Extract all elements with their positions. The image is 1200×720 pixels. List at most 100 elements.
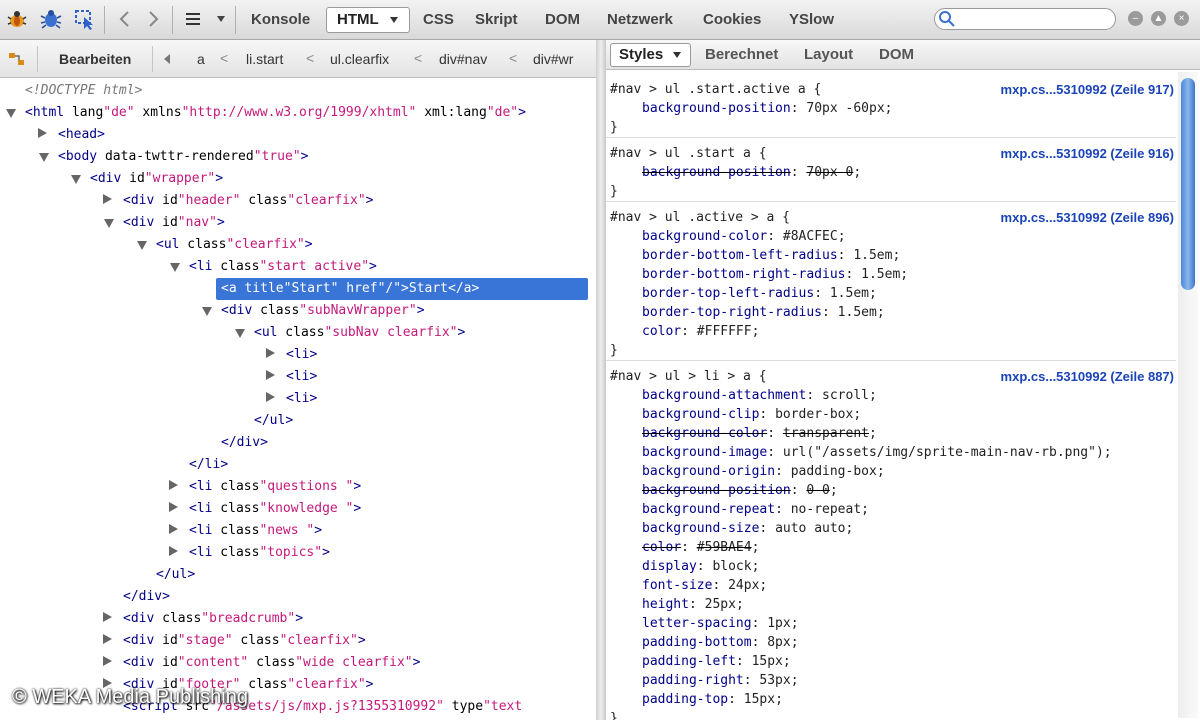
expanded-twisty-icon[interactable]	[170, 263, 180, 272]
tree-node[interactable]: <li class"start active">	[189, 256, 377, 278]
tree-node[interactable]: </div>	[221, 432, 268, 454]
tab-yslow[interactable]: YSlow	[789, 8, 834, 32]
css-property-value[interactable]: transparent	[783, 426, 869, 441]
css-property[interactable]: background-position: 70px -60px;	[642, 99, 892, 118]
css-property-name[interactable]: background-position	[642, 483, 791, 498]
css-property-name[interactable]: border-top-right-radius	[642, 305, 822, 320]
tree-node[interactable]: <ul class"clearfix">	[156, 234, 313, 256]
tab-netzwerk[interactable]: Netzwerk	[607, 8, 673, 32]
css-property[interactable]: border-top-left-radius: 1.5em;	[642, 284, 877, 303]
selected-tree-node[interactable]: <a title"Start" href"/">Start</a>	[216, 278, 588, 300]
css-selector[interactable]: #nav > ul .active > a {	[610, 208, 790, 227]
scrollbar-thumb[interactable]	[1181, 78, 1195, 290]
tree-node[interactable]: <div class"breadcrumb">	[123, 608, 303, 630]
css-property-name[interactable]: height	[642, 597, 689, 612]
css-property-value[interactable]: no-repeat	[791, 502, 861, 517]
css-property[interactable]: display: block;	[642, 557, 759, 576]
css-property-name[interactable]: font-size	[642, 578, 712, 593]
css-property-name[interactable]: border-bottom-left-radius	[642, 248, 838, 263]
inspect-icon[interactable]	[72, 6, 98, 32]
css-property[interactable]: font-size: 24px;	[642, 576, 767, 595]
tree-node[interactable]: <li>	[286, 388, 317, 410]
css-property[interactable]: background-clip: border-box;	[642, 405, 861, 424]
css-property-name[interactable]: background-size	[642, 521, 759, 536]
chevron-left-icon[interactable]	[112, 6, 138, 32]
css-source-link[interactable]: mxp.cs...5310992 (Zeile 896)	[1001, 208, 1174, 227]
tree-node[interactable]: <div id"content" class"wide clearfix">	[123, 652, 420, 674]
css-property[interactable]: padding-bottom: 8px;	[642, 633, 799, 652]
css-property-name[interactable]: border-bottom-right-radius	[642, 267, 846, 282]
tree-node[interactable]: <li class"news ">	[189, 520, 322, 542]
tree-node[interactable]: </ul>	[156, 564, 195, 586]
css-property-name[interactable]: padding-top	[642, 692, 728, 707]
css-property-value[interactable]: 1.5em	[861, 267, 900, 282]
css-property-name[interactable]: padding-left	[642, 654, 736, 669]
css-property-value[interactable]: 0 0	[806, 483, 829, 498]
css-property-value[interactable]: url("/assets/img/sprite-main-nav-rb.png"…	[783, 445, 1104, 460]
css-property-value[interactable]: 1px	[767, 616, 790, 631]
css-property-value[interactable]: block	[712, 559, 751, 574]
css-property-name[interactable]: color	[642, 540, 681, 555]
css-property-name[interactable]: padding-bottom	[642, 635, 752, 650]
css-property[interactable]: height: 25px;	[642, 595, 744, 614]
css-property[interactable]: background-origin: padding-box;	[642, 462, 885, 481]
collapsed-twisty-icon[interactable]	[169, 524, 178, 534]
tab-cookies[interactable]: Cookies	[703, 8, 761, 32]
css-property-value[interactable]: #8ACFEC	[783, 229, 838, 244]
tree-node[interactable]: <div id"header" class"clearfix">	[123, 190, 374, 212]
tree-node[interactable]: <div id"wrapper">	[90, 168, 223, 190]
expanded-twisty-icon[interactable]	[235, 329, 245, 338]
css-property-name[interactable]: background-position	[642, 165, 791, 180]
expanded-twisty-icon[interactable]	[202, 307, 212, 316]
css-property-name[interactable]: color	[642, 324, 681, 339]
css-property-name[interactable]: display	[642, 559, 697, 574]
breadcrumb-item[interactable]: a	[197, 51, 205, 67]
css-property[interactable]: letter-spacing: 1px;	[642, 614, 799, 633]
menu-icon[interactable]	[180, 6, 206, 32]
edit-icon[interactable]	[8, 51, 26, 67]
tree-node[interactable]: <body data-twttr-rendered"true">	[58, 146, 308, 168]
detach-icon[interactable]: ▲	[1151, 11, 1166, 26]
css-property[interactable]: border-top-right-radius: 1.5em;	[642, 303, 885, 322]
collapsed-twisty-icon[interactable]	[169, 480, 178, 490]
css-property-value[interactable]: #59BAE4	[697, 540, 752, 555]
css-property[interactable]: padding-top: 15px;	[642, 690, 783, 709]
collapsed-twisty-icon[interactable]	[169, 502, 178, 512]
tab-dom[interactable]: DOM	[545, 8, 580, 32]
bug-icon[interactable]	[38, 6, 64, 32]
css-property-name[interactable]: background-origin	[642, 464, 775, 479]
tree-node[interactable]: <html lang"de" xmlns"http://www.w3.org/1…	[25, 102, 526, 124]
search-input[interactable]	[934, 8, 1116, 30]
breadcrumb-item[interactable]: div#nav	[439, 51, 487, 67]
css-property-name[interactable]: background-color	[642, 229, 767, 244]
css-property-value[interactable]: border-box	[775, 407, 853, 422]
css-property-value[interactable]: auto auto	[775, 521, 845, 536]
css-property-value[interactable]: 8px	[767, 635, 790, 650]
css-property[interactable]: background-position: 0 0;	[642, 481, 838, 500]
css-source-link[interactable]: mxp.cs...5310992 (Zeile 887)	[1001, 367, 1174, 386]
dropdown-icon[interactable]	[212, 6, 230, 32]
css-property-name[interactable]: letter-spacing	[642, 616, 752, 631]
breadcrumb-item[interactable]: li.start	[246, 51, 283, 67]
css-selector[interactable]: #nav > ul .start a {	[610, 144, 767, 163]
css-property-value[interactable]: 24px	[728, 578, 759, 593]
css-property-value[interactable]: 70px -60px	[806, 101, 884, 116]
breadcrumb-item[interactable]: ul.clearfix	[330, 51, 389, 67]
css-source-link[interactable]: mxp.cs...5310992 (Zeile 916)	[1001, 144, 1174, 163]
css-property-name[interactable]: background-attachment	[642, 388, 806, 403]
tab-html[interactable]: HTML	[326, 7, 410, 33]
css-property-value[interactable]: 1.5em	[830, 286, 869, 301]
tree-node[interactable]: <!DOCTYPE html>	[25, 80, 142, 102]
css-property[interactable]: background-size: auto auto;	[642, 519, 853, 538]
tree-node[interactable]: <ul class"subNav clearfix">	[254, 322, 465, 344]
css-property[interactable]: background-image: url("/assets/img/sprit…	[642, 443, 1112, 462]
css-property[interactable]: background-color: transparent;	[642, 424, 877, 443]
css-property[interactable]: background-color: #8ACFEC;	[642, 227, 846, 246]
tree-node[interactable]: <li>	[286, 344, 317, 366]
css-property-value[interactable]: 15px	[744, 692, 775, 707]
css-property-value[interactable]: 25px	[705, 597, 736, 612]
expanded-twisty-icon[interactable]	[39, 153, 49, 162]
expanded-twisty-icon[interactable]	[137, 241, 147, 250]
tree-node[interactable]: </ul>	[254, 410, 293, 432]
tab-styles[interactable]: Styles	[610, 43, 692, 67]
